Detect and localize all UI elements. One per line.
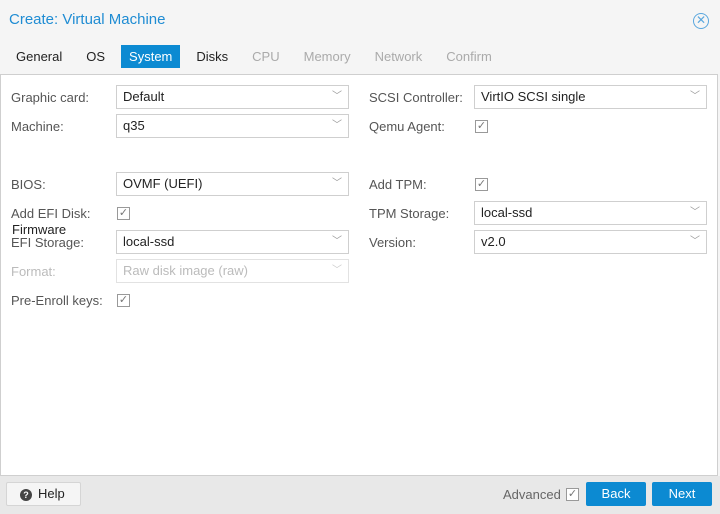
qemu-agent-label: Qemu Agent: [369, 119, 445, 134]
tpm-storage-label: TPM Storage: [369, 206, 450, 221]
efi-storage-label: EFI Storage: [11, 235, 84, 250]
tab-system[interactable]: System [121, 45, 181, 68]
dialog-title: Create: Virtual Machine [9, 11, 166, 28]
scsi-controller-select[interactable]: VirtIO SCSI single ﹀ [474, 85, 707, 109]
close-icon[interactable]: ✕ [693, 13, 709, 29]
chevron-down-icon: ﹀ [332, 120, 342, 131]
graphic-card-label: Graphic card: [11, 90, 90, 105]
tpm-storage-select[interactable]: local-ssd ﹀ [474, 201, 707, 225]
machine-label: Machine: [11, 119, 64, 134]
format-label: Format: [11, 264, 56, 279]
scsi-controller-label: SCSI Controller: [369, 90, 463, 105]
efi-storage-select[interactable]: local-ssd ﹀ [116, 230, 349, 254]
version-select[interactable]: v2.0 ﹀ [474, 230, 707, 254]
chevron-down-icon: ﹀ [332, 91, 342, 102]
efi-storage-value: local-ssd [123, 234, 175, 249]
graphic-card-select[interactable]: Default ﹀ [116, 85, 349, 109]
tab-disks[interactable]: Disks [188, 45, 236, 68]
chevron-down-icon: ﹀ [332, 178, 342, 189]
tpm-storage-value: local-ssd [481, 205, 533, 220]
advanced-toggle[interactable]: Advanced [503, 487, 561, 502]
bios-label: BIOS: [11, 177, 46, 192]
wizard-tabs: General OS System Disks CPU Memory Netwo… [8, 45, 508, 68]
add-tpm-checkbox[interactable]: ✓ [475, 178, 488, 191]
chevron-down-icon: ﹀ [690, 207, 700, 218]
chevron-down-icon: ﹀ [332, 265, 342, 276]
tab-confirm: Confirm [446, 49, 492, 64]
add-tpm-label: Add TPM: [369, 177, 427, 192]
version-value: v2.0 [481, 234, 506, 249]
bios-select[interactable]: OVMF (UEFI) ﹀ [116, 172, 349, 196]
form-panel: Graphic card: Default ﹀ Machine: q35 ﹀ SCS… [0, 74, 718, 476]
chevron-down-icon: ﹀ [332, 236, 342, 247]
add-efi-disk-checkbox[interactable]: ✓ [117, 207, 130, 220]
tab-cpu: CPU [252, 49, 280, 64]
tab-memory: Memory [303, 49, 351, 64]
bios-value: OVMF (UEFI) [123, 176, 203, 191]
help-label: Help [38, 486, 65, 501]
advanced-label: Advanced [503, 487, 561, 502]
dialog-footer: ? Help Advanced ✓ Back Next [0, 476, 720, 514]
machine-value: q35 [123, 118, 145, 133]
chevron-down-icon: ﹀ [690, 236, 700, 247]
chevron-down-icon: ﹀ [690, 91, 700, 102]
question-icon: ? [20, 489, 32, 501]
tab-general[interactable]: General [8, 45, 70, 68]
graphic-card-value: Default [123, 89, 165, 104]
machine-select[interactable]: q35 ﹀ [116, 114, 349, 138]
scsi-controller-value: VirtIO SCSI single [481, 89, 586, 104]
tab-os[interactable]: OS [78, 45, 113, 68]
format-value: Raw disk image (raw) [123, 263, 248, 278]
advanced-checkbox[interactable]: ✓ [566, 488, 579, 501]
tab-network: Network [374, 49, 423, 64]
add-efi-disk-label: Add EFI Disk: [11, 206, 91, 221]
version-label: Version: [369, 235, 416, 250]
pre-enroll-checkbox[interactable]: ✓ [117, 294, 130, 307]
qemu-agent-checkbox[interactable]: ✓ [475, 120, 488, 133]
next-button[interactable]: Next [652, 482, 712, 506]
format-select: Raw disk image (raw) ﹀ [116, 259, 349, 283]
back-button[interactable]: Back [586, 482, 646, 506]
pre-enroll-label: Pre-Enroll keys: [11, 293, 103, 308]
help-button[interactable]: ? Help [6, 482, 81, 506]
